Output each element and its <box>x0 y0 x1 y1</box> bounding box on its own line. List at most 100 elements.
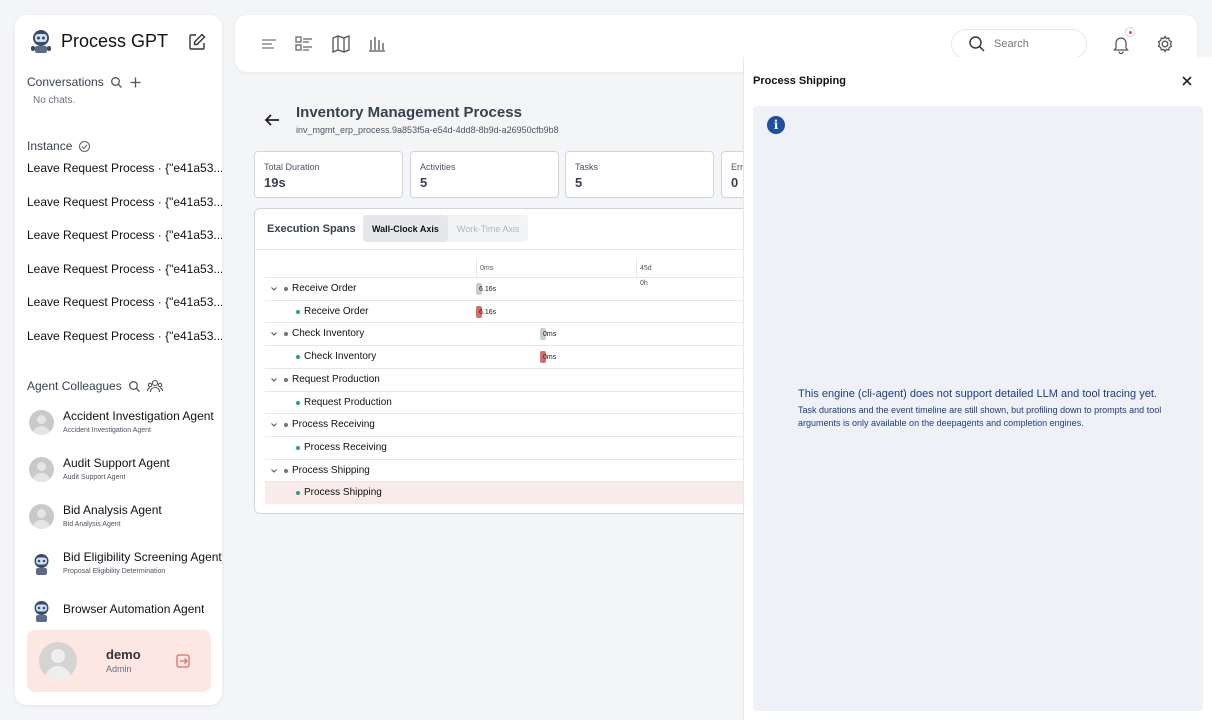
span-duration-label: 0ms <box>543 354 557 362</box>
instance-item[interactable]: Leave Request Process · {"e41a53... <box>27 160 222 194</box>
span-label: Request Production <box>304 396 392 408</box>
no-chats-text: No chats. <box>33 95 76 106</box>
check-circle-icon[interactable] <box>78 140 91 153</box>
chart-bars-icon[interactable] <box>367 34 387 54</box>
stat-value: 5 <box>575 175 583 190</box>
instance-item[interactable]: Leave Request Process · {"e41a53... <box>27 328 222 362</box>
search-icon[interactable] <box>110 76 123 89</box>
span-group-row[interactable]: Request Production <box>265 367 773 391</box>
user-avatar-icon <box>39 642 77 680</box>
instance-item[interactable]: Leave Request Process · {"e41a53... <box>27 227 222 261</box>
search-input[interactable] <box>994 38 1074 50</box>
agent-item-audit-support[interactable]: Audit Support Agent Audit Support Agent <box>29 456 222 503</box>
process-id: inv_mgmt_erp_process.9a853f5a-e54d-4dd8-… <box>296 125 559 135</box>
info-body: Task durations and the event timeline ar… <box>798 405 1162 428</box>
checklist-icon[interactable] <box>294 34 314 54</box>
span-duration-label: 6.16s <box>479 286 497 293</box>
span-group-row[interactable]: Receive Order 6.16s <box>265 277 773 300</box>
span-group-row[interactable]: Process Receiving <box>265 413 773 436</box>
span-duration-label: 6.16s <box>479 308 497 316</box>
agent-item-bid-analysis[interactable]: Bid Analysis Agent Bid Analysis Agent <box>29 503 222 550</box>
agent-name: Audit Support Agent <box>63 456 170 470</box>
agent-group-icon[interactable] <box>146 379 163 393</box>
status-dot-icon <box>284 332 288 337</box>
search-box[interactable] <box>951 29 1087 59</box>
span-label: Check Inventory <box>304 351 377 363</box>
status-dot-icon <box>296 491 300 496</box>
wall-clock-axis-button[interactable]: Wall-Clock Axis <box>363 215 448 242</box>
span-row[interactable]: Receive Order 6.16s <box>265 299 773 323</box>
stat-label: Tasks <box>575 162 599 172</box>
divider <box>255 249 773 250</box>
status-dot-icon <box>284 287 288 291</box>
span-label: Receive Order <box>304 305 369 317</box>
menu-lines-icon[interactable] <box>259 34 279 54</box>
robot-avatar-icon <box>29 598 54 623</box>
detail-panel: Process Shipping i This engine (cli-agen… <box>743 57 1212 720</box>
agent-colleagues-header: Agent Colleagues <box>27 379 163 393</box>
agent-description: Bid Analysis Agent <box>63 521 121 528</box>
span-label: Process Shipping <box>304 487 382 499</box>
robot-avatar-icon <box>29 551 54 576</box>
close-icon[interactable] <box>1181 75 1193 87</box>
stat-value: 19s <box>264 175 286 190</box>
status-dot-icon <box>284 468 288 473</box>
instance-header: Instance <box>27 139 91 153</box>
app-title: Process GPT <box>61 30 169 51</box>
gear-icon[interactable] <box>1155 34 1175 54</box>
brand[interactable]: Process GPT <box>28 28 168 54</box>
agent-item-bid-eligibility-screening[interactable]: Bid Eligibility Screening Agent Proposal… <box>29 550 222 597</box>
instance-item[interactable]: Leave Request Process · {"e41a53... <box>27 261 222 295</box>
person-avatar-icon <box>29 504 54 529</box>
span-label: Request Production <box>292 373 380 385</box>
chevron-down-icon[interactable] <box>270 376 278 384</box>
back-arrow-icon[interactable] <box>263 111 281 129</box>
chevron-down-icon[interactable] <box>270 467 278 475</box>
spans-title: Execution Spans <box>267 223 356 235</box>
chevron-down-icon[interactable] <box>270 330 278 338</box>
bell-icon[interactable] <box>1111 34 1131 54</box>
chevron-down-icon[interactable] <box>270 285 278 293</box>
conversations-label: Conversations <box>27 75 104 89</box>
search-icon <box>969 36 985 52</box>
logout-icon[interactable] <box>176 654 190 668</box>
span-row[interactable]: Request Production <box>265 390 773 414</box>
span-row[interactable]: Check Inventory 0ms <box>265 345 773 368</box>
new-chat-edit-icon[interactable] <box>187 32 207 52</box>
agent-description: Accident Investigation Agent <box>63 427 151 434</box>
agent-description: Proposal Eligibility Determination <box>63 568 166 575</box>
span-row[interactable]: Process Receiving <box>265 435 773 459</box>
span-group-row[interactable]: Process Shipping <box>265 458 773 482</box>
agent-name: Accident Investigation Agent <box>63 409 214 423</box>
span-group-row[interactable]: Check Inventory 0ms <box>265 322 773 345</box>
agent-name: Browser Automation Agent <box>63 602 205 616</box>
agent-description: Audit Support Agent <box>63 474 126 481</box>
span-row[interactable]: Process Shipping <box>265 481 773 505</box>
user-name: demo <box>106 647 141 662</box>
instance-item[interactable]: Leave Request Process · {"e41a53... <box>27 194 222 228</box>
process-map-icon[interactable] <box>331 34 351 54</box>
info-heading: This engine (cli-agent) does not support… <box>798 388 1157 400</box>
stat-card-activities: Activities 5 <box>410 151 559 198</box>
span-label: Process Receiving <box>304 441 387 453</box>
user-role: Admin <box>106 664 132 674</box>
work-time-axis-button[interactable]: Work-Time Axis <box>448 215 529 242</box>
person-avatar-icon <box>29 410 54 435</box>
agent-item-accident-investigation[interactable]: Accident Investigation Agent Accident In… <box>29 409 222 456</box>
user-card[interactable]: demo Admin <box>27 630 211 692</box>
agent-list: Accident Investigation Agent Accident In… <box>29 409 222 644</box>
status-dot-icon <box>296 309 300 314</box>
add-icon[interactable] <box>129 76 142 89</box>
span-label: Process Shipping <box>292 464 370 476</box>
instance-item[interactable]: Leave Request Process · {"e41a53... <box>27 294 222 328</box>
status-dot-icon <box>296 400 300 405</box>
stat-label: Total Duration <box>264 162 320 172</box>
axis-toggle: Wall-Clock Axis Work-Time Axis <box>363 215 529 242</box>
status-dot-icon <box>296 355 300 360</box>
chevron-down-icon[interactable] <box>270 421 278 429</box>
stat-label: Activities <box>420 162 456 172</box>
search-icon[interactable] <box>128 380 141 393</box>
tick-label: 45d <box>640 265 652 272</box>
sidebar: Process GPT Conversations No chats. Inst… <box>15 15 222 705</box>
span-duration-label: 0ms <box>543 331 557 339</box>
